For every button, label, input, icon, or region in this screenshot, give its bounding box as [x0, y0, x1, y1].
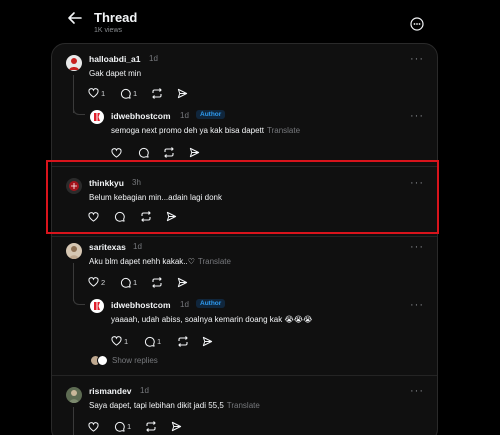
author-badge: Author: [196, 299, 226, 308]
post-text-content: semoga next promo deh ya kak bisa dapett: [111, 126, 264, 135]
more-options-icon[interactable]: [410, 17, 424, 31]
post-more-icon[interactable]: ···: [410, 242, 424, 253]
translate-link[interactable]: Translate: [198, 257, 231, 266]
post-text: Saya dapet, tapi lebihan dikit jadi 55,5…: [89, 401, 260, 410]
repost-icon[interactable]: [177, 336, 189, 347]
comment-button[interactable]: 1: [144, 336, 161, 347]
post-text-content: Saya dapet, tapi lebihan dikit jadi 55,5: [89, 401, 224, 410]
comment-icon: [120, 277, 131, 288]
timestamp: 1d: [133, 242, 142, 251]
comment-button[interactable]: 1: [120, 88, 137, 99]
reply-avatars: [90, 355, 110, 366]
view-count: 1K views: [94, 27, 123, 34]
like-button[interactable]: 1: [88, 88, 105, 98]
back-arrow-icon[interactable]: [66, 9, 84, 27]
translate-link[interactable]: Translate: [267, 126, 300, 135]
post-text: semoga next promo deh ya kak bisa dapett…: [111, 126, 300, 135]
repost-icon[interactable]: [151, 88, 163, 99]
timestamp: 1d: [149, 54, 158, 63]
share-icon[interactable]: [171, 421, 182, 432]
repost-icon[interactable]: [151, 277, 163, 288]
heart-icon: [88, 277, 99, 287]
timestamp: 1d: [180, 300, 189, 309]
post-more-icon[interactable]: ···: [410, 54, 424, 65]
comment-icon: [120, 88, 131, 99]
username[interactable]: halloabdi_a1: [89, 54, 141, 64]
avatar[interactable]: [90, 299, 104, 313]
repost-icon[interactable]: [145, 421, 157, 432]
comment-button[interactable]: 1: [120, 277, 137, 288]
like-count: 1: [101, 88, 106, 98]
divider: [52, 236, 437, 237]
thread-panel: [51, 43, 438, 435]
post-more-icon[interactable]: ···: [410, 111, 424, 122]
translate-link[interactable]: Translate: [227, 401, 260, 410]
thread-connector: [73, 290, 85, 305]
share-icon[interactable]: [189, 147, 200, 158]
comment-count: 1: [127, 422, 132, 431]
post-text-content: Aku blm dapet nehh kakak..♡: [89, 257, 195, 266]
avatar[interactable]: [90, 110, 104, 124]
avatar: [97, 355, 108, 366]
comment-count: 1: [133, 89, 138, 98]
thread-line: [73, 407, 74, 435]
share-icon[interactable]: [202, 336, 213, 347]
username[interactable]: rismandev: [89, 386, 132, 396]
comment-icon: [114, 421, 125, 432]
post-text: Gak dapet min: [89, 69, 142, 78]
post-text: Aku blm dapet nehh kakak..♡ Translate: [89, 257, 231, 266]
comment-icon: [144, 336, 155, 347]
share-icon[interactable]: [177, 88, 188, 99]
comment-count: 1: [133, 278, 138, 287]
page-title: Thread: [94, 10, 138, 25]
username[interactable]: saritexas: [89, 242, 126, 252]
post-more-icon[interactable]: ···: [410, 386, 424, 397]
timestamp: 1d: [140, 386, 149, 395]
post-more-icon[interactable]: ···: [410, 300, 424, 311]
author-badge: Author: [196, 110, 226, 119]
comment-button[interactable]: 1: [114, 421, 131, 432]
heart-icon[interactable]: [111, 148, 122, 158]
thread-connector: [73, 100, 85, 115]
avatar[interactable]: [66, 55, 82, 71]
avatar[interactable]: [66, 387, 82, 403]
share-icon[interactable]: [177, 277, 188, 288]
repost-icon[interactable]: [163, 147, 175, 158]
timestamp: 1d: [180, 111, 189, 120]
like-button[interactable]: 2: [88, 277, 105, 287]
comment-icon[interactable]: [138, 147, 149, 158]
avatar[interactable]: [66, 243, 82, 259]
heart-icon: [111, 336, 122, 346]
highlight-box: [46, 160, 439, 234]
like-count: 2: [101, 277, 106, 287]
like-button[interactable]: 1: [111, 336, 128, 346]
show-replies-link[interactable]: Show replies: [112, 356, 158, 365]
divider: [52, 375, 437, 376]
username[interactable]: idwebhostcom: [111, 111, 171, 121]
like-count: 1: [124, 336, 129, 346]
heart-icon: [88, 88, 99, 98]
username[interactable]: idwebhostcom: [111, 300, 171, 310]
comment-count: 1: [157, 337, 162, 346]
post-text: yaaaah, udah abiss, soalnya kemarin doan…: [111, 315, 313, 324]
heart-icon[interactable]: [88, 422, 99, 432]
